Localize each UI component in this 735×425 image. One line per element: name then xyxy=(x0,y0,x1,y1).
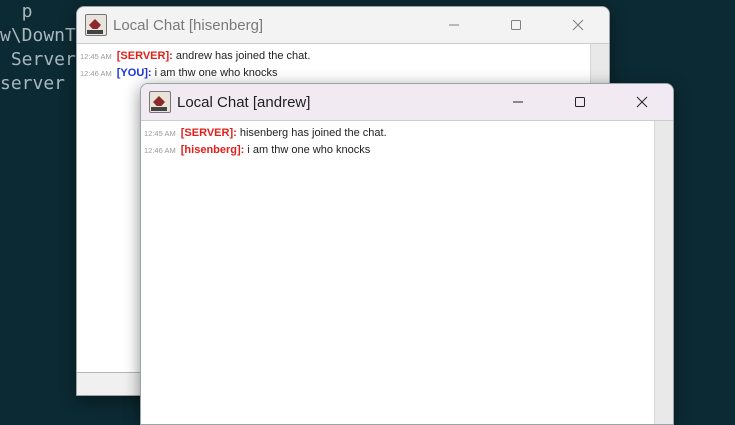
minimize-button[interactable] xyxy=(423,7,485,43)
java-app-icon xyxy=(149,91,171,113)
timestamp: 12:45 AM xyxy=(80,52,112,61)
message-text: i am thw one who knocks xyxy=(154,67,278,79)
message-text: hisenberg has joined the chat. xyxy=(239,127,387,139)
chat-message: 12:46 AM [hisenberg]: i am thw one who k… xyxy=(144,142,670,159)
close-button[interactable] xyxy=(547,7,609,43)
message-text: andrew has joined the chat. xyxy=(175,50,311,62)
terminal-line: Server xyxy=(0,49,76,70)
terminal-line: server xyxy=(0,73,66,94)
maximize-button[interactable] xyxy=(549,84,611,120)
close-button[interactable] xyxy=(611,84,673,120)
sender-name: [SERVER]: xyxy=(180,127,237,139)
window-title: Local Chat [andrew] xyxy=(177,93,311,111)
chat-window-andrew[interactable]: Local Chat [andrew] 12:45 AM [SERVER]: h… xyxy=(140,83,674,425)
chat-message: 12:45 AM [SERVER]: hisenberg has joined … xyxy=(144,125,670,142)
timestamp: 12:46 AM xyxy=(144,146,176,155)
timestamp: 12:46 AM xyxy=(80,69,112,78)
minimize-icon xyxy=(513,101,523,103)
minimize-button[interactable] xyxy=(487,84,549,120)
sender-name: [YOU]: xyxy=(116,67,152,79)
terminal-line: p xyxy=(0,1,33,22)
java-app-icon xyxy=(85,14,107,36)
chat-log: 12:45 AM [SERVER]: hisenberg has joined … xyxy=(141,121,673,424)
maximize-icon xyxy=(575,97,585,107)
minimize-icon xyxy=(449,24,459,26)
window-title: Local Chat [hisenberg] xyxy=(113,16,264,34)
terminal-line: w\DownT xyxy=(0,25,76,46)
sender-name: [hisenberg]: xyxy=(180,144,245,156)
sender-name: [SERVER]: xyxy=(116,50,173,62)
close-icon xyxy=(636,96,648,108)
terminal-background: p w\DownT Server server xyxy=(0,0,76,96)
message-text: i am thw one who knocks xyxy=(247,144,371,156)
chat-message: 12:46 AM [YOU]: i am thw one who knocks xyxy=(80,65,606,82)
maximize-icon xyxy=(511,20,521,30)
title-bar[interactable]: Local Chat [andrew] xyxy=(141,84,673,121)
title-bar[interactable]: Local Chat [hisenberg] xyxy=(77,7,609,44)
close-icon xyxy=(572,19,584,31)
vertical-scrollbar[interactable] xyxy=(654,121,673,424)
timestamp: 12:45 AM xyxy=(144,129,176,138)
chat-message: 12:45 AM [SERVER]: andrew has joined the… xyxy=(80,48,606,65)
maximize-button[interactable] xyxy=(485,7,547,43)
